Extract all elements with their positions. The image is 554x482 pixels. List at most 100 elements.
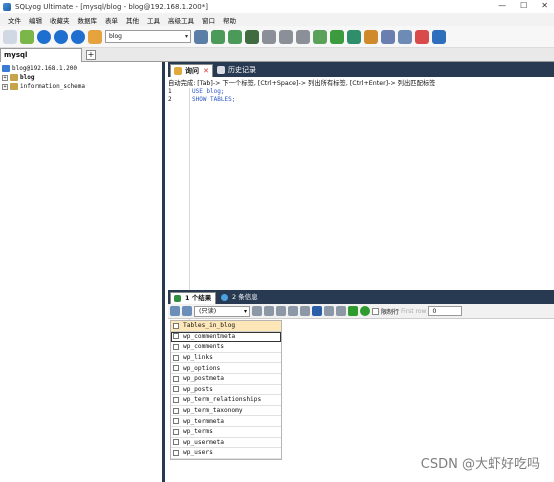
- row-checkbox[interactable]: [173, 386, 179, 393]
- save-icon[interactable]: [276, 306, 286, 316]
- user-manager-icon[interactable]: [194, 29, 208, 44]
- table-diagnostics-icon[interactable]: [296, 29, 310, 44]
- table-row[interactable]: wp_postmeta: [171, 374, 281, 385]
- code-line[interactable]: SHOW TABLES;: [192, 96, 235, 103]
- grid-header[interactable]: Tables_in_blog: [171, 321, 281, 332]
- cell[interactable]: wp_postmeta: [183, 375, 224, 382]
- cell[interactable]: wp_term_relationships: [183, 396, 261, 403]
- cell[interactable]: wp_comments: [183, 343, 224, 350]
- tree-item-blog[interactable]: + blog: [2, 74, 34, 81]
- tab-query[interactable]: 询问 ✕: [170, 64, 213, 77]
- notifications-icon[interactable]: [398, 29, 412, 44]
- restore-icon[interactable]: [228, 29, 242, 44]
- cell[interactable]: wp_options: [183, 365, 220, 372]
- query-builder-icon[interactable]: [88, 29, 102, 44]
- menu-favorites[interactable]: 收藏夹: [46, 15, 74, 25]
- menu-edit[interactable]: 编辑: [25, 15, 46, 25]
- text-view-icon[interactable]: [336, 306, 346, 316]
- sync-icon[interactable]: [313, 29, 327, 44]
- table-row[interactable]: wp_commentmeta: [171, 331, 281, 343]
- expand-icon[interactable]: +: [2, 83, 8, 90]
- tab-history[interactable]: 历史记录: [214, 64, 272, 77]
- menu-help[interactable]: 帮助: [219, 15, 240, 25]
- first-row-input[interactable]: 0: [428, 306, 463, 316]
- cell[interactable]: wp_links: [183, 354, 213, 361]
- delete-icon[interactable]: [288, 306, 298, 316]
- import-external-icon[interactable]: [364, 29, 378, 44]
- cell[interactable]: wp_termmeta: [183, 418, 224, 425]
- calendar-icon[interactable]: [415, 29, 429, 44]
- tab-results[interactable]: 1 个结果: [170, 292, 216, 304]
- execute-edit-icon[interactable]: [71, 29, 85, 44]
- table-row[interactable]: wp_options: [171, 363, 281, 374]
- duplicate-row-icon[interactable]: [264, 306, 274, 316]
- table-row[interactable]: wp_term_taxonomy: [171, 406, 281, 417]
- form-view-icon[interactable]: [324, 306, 334, 316]
- menu-database[interactable]: 数据库: [74, 15, 102, 25]
- tab-messages[interactable]: 2 条信息: [218, 292, 264, 304]
- readonly-select[interactable]: (只读) ▾: [194, 305, 250, 317]
- tree-item-information-schema[interactable]: + information_schema: [2, 83, 85, 90]
- row-checkbox[interactable]: [173, 333, 179, 340]
- row-checkbox[interactable]: [173, 354, 179, 361]
- database-select[interactable]: blog ▾: [105, 30, 191, 43]
- grid-view-icon[interactable]: [312, 306, 322, 316]
- limit-rows-checkbox[interactable]: [372, 307, 379, 315]
- menu-file[interactable]: 文件: [4, 15, 25, 25]
- import-icon[interactable]: [245, 29, 259, 44]
- minimize-button[interactable]: —: [498, 1, 506, 10]
- cell[interactable]: wp_terms: [183, 428, 213, 435]
- menu-other[interactable]: 其他: [122, 15, 143, 25]
- execute-query-icon[interactable]: [37, 29, 51, 44]
- cell[interactable]: wp_usermeta: [183, 439, 224, 446]
- preferences-icon[interactable]: [432, 29, 446, 44]
- table-row[interactable]: wp_terms: [171, 427, 281, 438]
- insert-row-icon[interactable]: [252, 306, 262, 316]
- backup-icon[interactable]: [211, 29, 225, 44]
- add-connection-button[interactable]: +: [86, 50, 96, 60]
- maximize-button[interactable]: ☐: [520, 1, 527, 10]
- menu-advanced-tools[interactable]: 高级工具: [164, 15, 198, 25]
- schema-sync-icon[interactable]: [347, 29, 361, 44]
- export-icon[interactable]: [182, 306, 192, 316]
- row-checkbox[interactable]: [173, 428, 179, 435]
- cell[interactable]: wp_posts: [183, 386, 213, 393]
- menu-tools[interactable]: 工具: [143, 15, 164, 25]
- menu-window[interactable]: 窗口: [198, 15, 219, 25]
- result-mode-icon[interactable]: [170, 306, 180, 316]
- execute-all-icon[interactable]: [54, 29, 68, 44]
- close-icon[interactable]: ✕: [203, 65, 209, 77]
- row-checkbox[interactable]: [173, 418, 179, 425]
- cell[interactable]: wp_commentmeta: [183, 333, 235, 340]
- row-checkbox[interactable]: [173, 343, 179, 350]
- data-sync-icon[interactable]: [330, 29, 344, 44]
- table-row[interactable]: wp_posts: [171, 385, 281, 396]
- schema-designer-icon[interactable]: [262, 29, 276, 44]
- expand-icon[interactable]: +: [2, 74, 8, 81]
- code-line[interactable]: USE blog;: [192, 88, 225, 95]
- query-profiler-icon[interactable]: [279, 29, 293, 44]
- row-checkbox[interactable]: [173, 375, 179, 382]
- table-row[interactable]: wp_termmeta: [171, 416, 281, 427]
- close-button[interactable]: ✕: [541, 1, 548, 10]
- table-row[interactable]: wp_comments: [171, 342, 281, 353]
- undo-icon[interactable]: [300, 306, 310, 316]
- refresh-icon[interactable]: [360, 306, 370, 316]
- connection-tab-mysql[interactable]: mysql: [0, 48, 82, 62]
- menu-table[interactable]: 表单: [101, 15, 122, 25]
- cell[interactable]: wp_term_taxonomy: [183, 407, 243, 414]
- row-checkbox[interactable]: [173, 396, 179, 403]
- row-checkbox[interactable]: [173, 365, 179, 372]
- table-row[interactable]: wp_term_relationships: [171, 395, 281, 406]
- cell[interactable]: wp_users: [183, 449, 213, 456]
- row-checkbox[interactable]: [173, 407, 179, 414]
- job-agent-icon[interactable]: [381, 29, 395, 44]
- table-row[interactable]: wp_users: [171, 448, 281, 459]
- filter-icon[interactable]: [348, 306, 358, 316]
- refresh-icon[interactable]: [20, 29, 34, 44]
- table-row[interactable]: wp_links: [171, 353, 281, 364]
- table-row[interactable]: wp_usermeta: [171, 438, 281, 449]
- row-checkbox[interactable]: [173, 439, 179, 446]
- new-connection-icon[interactable]: [3, 29, 17, 44]
- row-checkbox[interactable]: [173, 449, 179, 456]
